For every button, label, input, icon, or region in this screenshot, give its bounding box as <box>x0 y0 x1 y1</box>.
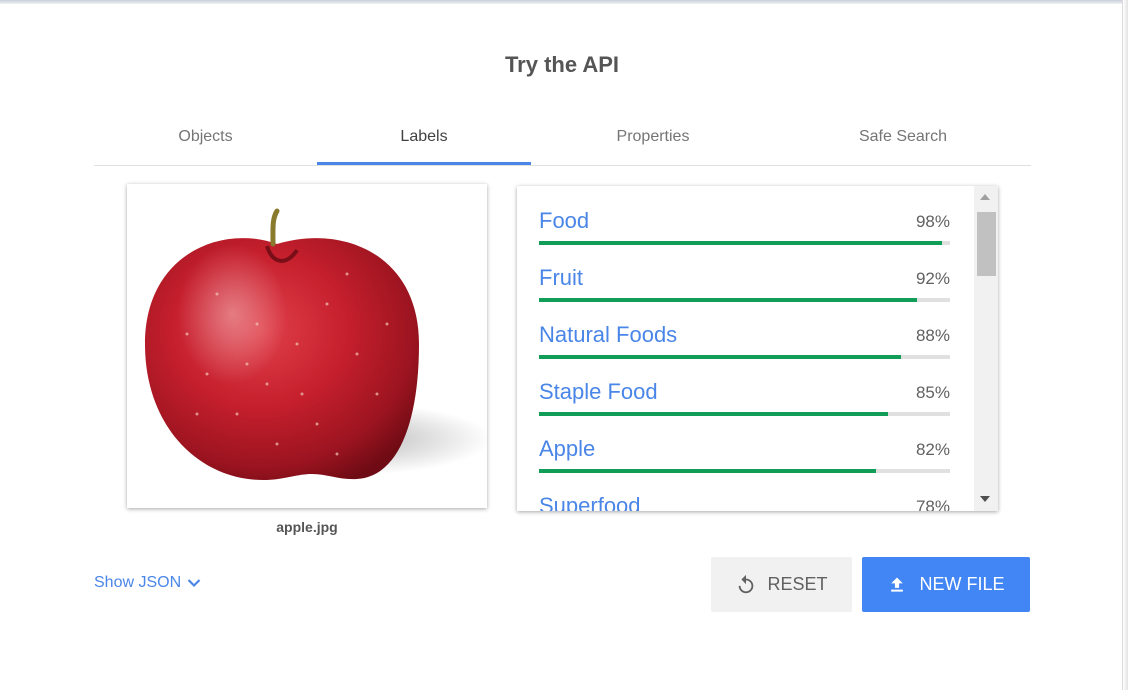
result-item: Superfood 78% <box>539 491 950 511</box>
scroll-thumb[interactable] <box>977 212 996 276</box>
new-file-button[interactable]: NEW FILE <box>862 557 1030 612</box>
result-label[interactable]: Food <box>539 208 589 234</box>
score-bar-track <box>539 412 950 416</box>
result-label[interactable]: Natural Foods <box>539 322 677 348</box>
score-bar-track <box>539 355 950 359</box>
reset-label: RESET <box>767 574 828 594</box>
new-file-label: NEW FILE <box>919 574 1005 594</box>
score-bar-fill <box>539 412 889 416</box>
scroll-up-arrow-icon[interactable] <box>980 194 990 200</box>
chevron-down-icon <box>187 579 201 588</box>
show-json-label: Show JSON <box>94 574 182 591</box>
tab-bar: Objects Labels Properties Safe Search <box>94 116 1031 166</box>
tab-labels[interactable]: Labels <box>317 116 531 165</box>
tab-objects[interactable]: Objects <box>94 116 317 165</box>
apple-image <box>145 208 487 481</box>
result-item: Food 98% <box>539 206 950 263</box>
show-json-toggle[interactable]: Show JSON <box>94 574 201 592</box>
image-filename: apple.jpg <box>276 519 338 535</box>
score-bar-fill <box>539 469 877 473</box>
score-bar-track <box>539 469 950 473</box>
score-bar-fill <box>539 355 901 359</box>
results-list: Food 98% Fruit 92% Natural Foods 88% Sta… <box>539 206 950 511</box>
result-score: 78% <box>915 497 950 511</box>
top-border <box>0 0 1128 4</box>
result-item: Fruit 92% <box>539 263 950 320</box>
result-item: Staple Food 85% <box>539 377 950 434</box>
score-bar-fill <box>539 241 942 245</box>
result-score: 88% <box>915 326 950 345</box>
page-title: Try the API <box>504 52 620 77</box>
result-item: Natural Foods 88% <box>539 320 950 377</box>
image-preview <box>127 184 487 508</box>
result-label[interactable]: Staple Food <box>539 379 658 405</box>
result-score: 92% <box>915 269 950 288</box>
result-score: 85% <box>915 383 950 402</box>
tab-properties[interactable]: Properties <box>531 116 775 165</box>
upload-icon <box>891 577 904 592</box>
score-bar-track <box>539 298 950 302</box>
result-label[interactable]: Fruit <box>539 265 583 291</box>
results-panel: Food 98% Fruit 92% Natural Foods 88% Sta… <box>517 186 998 511</box>
reset-icon <box>739 574 754 593</box>
result-score: 82% <box>915 440 950 459</box>
tab-safe-search[interactable]: Safe Search <box>775 116 1031 165</box>
result-item: Apple 82% <box>539 434 950 491</box>
results-scrollbar[interactable] <box>974 186 998 511</box>
result-score: 98% <box>915 212 950 231</box>
active-tab-indicator <box>317 162 531 165</box>
scroll-down-arrow-icon[interactable] <box>980 496 990 502</box>
score-bar-fill <box>539 298 918 302</box>
result-label[interactable]: Superfood <box>539 493 641 511</box>
window-edge <box>1122 0 1128 690</box>
result-label[interactable]: Apple <box>539 436 595 462</box>
score-bar-track <box>539 241 950 245</box>
reset-button[interactable]: RESET <box>711 557 852 612</box>
